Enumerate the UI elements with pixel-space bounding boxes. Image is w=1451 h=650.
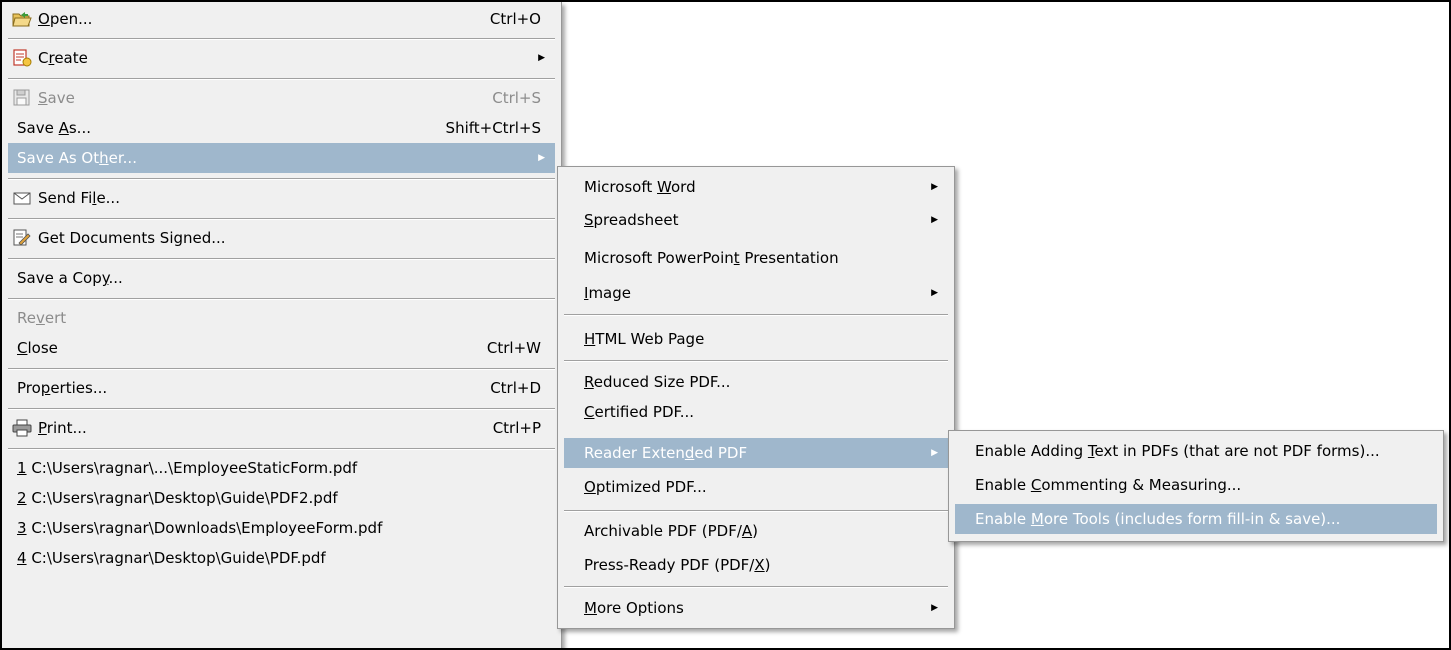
menu-item-shortcut: Ctrl+S <box>492 89 541 107</box>
save-as-other-submenu: Microsoft Word ▶ Spreadsheet ▶ Microsoft… <box>557 166 955 629</box>
menu-item-label: Press-Ready PDF (PDF/X) <box>584 556 771 574</box>
menu-item-label: 4 C:\Users\ragnar\Desktop\Guide\PDF.pdf <box>17 549 326 567</box>
menu-item-enable-adding-text[interactable]: Enable Adding Text in PDFs (that are not… <box>955 436 1437 466</box>
file-menu: Open... Ctrl+O Create ▶ Save Ctrl+S Save… <box>2 2 562 648</box>
submenu-arrow-icon: ▶ <box>931 603 938 613</box>
menu-item-label: Optimized PDF... <box>584 478 707 496</box>
recent-file-3[interactable]: 3 C:\Users\ragnar\Downloads\EmployeeForm… <box>8 513 555 543</box>
menu-item-image[interactable]: Image ▶ <box>564 278 948 308</box>
reader-extended-pdf-submenu: Enable Adding Text in PDFs (that are not… <box>948 430 1444 542</box>
save-disk-icon <box>12 89 32 107</box>
folder-open-icon <box>12 10 32 28</box>
menu-item-print[interactable]: Print... Ctrl+P <box>8 413 555 443</box>
sign-document-icon <box>12 229 32 247</box>
menu-separator <box>8 78 555 80</box>
menu-item-enable-more-tools[interactable]: Enable More Tools (includes form fill-in… <box>955 504 1437 534</box>
menu-separator <box>8 38 555 40</box>
menu-item-label: Close <box>17 339 58 357</box>
menu-separator <box>8 368 555 370</box>
submenu-arrow-icon: ▶ <box>931 182 938 192</box>
menu-separator <box>8 218 555 220</box>
menu-item-label: Get Documents Signed... <box>38 229 226 247</box>
menu-separator <box>8 448 555 450</box>
menu-item-revert[interactable]: Revert <box>8 303 555 333</box>
menu-item-label: Open... <box>38 10 93 28</box>
menu-item-microsoft-word[interactable]: Microsoft Word ▶ <box>564 172 948 202</box>
menu-separator <box>8 298 555 300</box>
menu-item-label: Print... <box>38 419 87 437</box>
envelope-icon <box>12 189 32 207</box>
menu-item-optimized-pdf[interactable]: Optimized PDF... <box>564 472 948 502</box>
menu-item-label: Reduced Size PDF... <box>584 373 731 391</box>
menu-item-open[interactable]: Open... Ctrl+O <box>8 4 555 34</box>
recent-file-2[interactable]: 2 C:\Users\ragnar\Desktop\Guide\PDF2.pdf <box>8 483 555 513</box>
menu-item-save-as-other[interactable]: Save As Other... ▶ <box>8 143 555 173</box>
menu-item-reduced-size-pdf[interactable]: Reduced Size PDF... <box>564 367 948 397</box>
menu-item-label: Save a Copy... <box>17 269 123 287</box>
submenu-arrow-icon: ▶ <box>931 215 938 225</box>
submenu-arrow-icon: ▶ <box>931 288 938 298</box>
recent-file-4[interactable]: 4 C:\Users\ragnar\Desktop\Guide\PDF.pdf <box>8 543 555 573</box>
menu-separator <box>8 258 555 260</box>
menu-item-label: Certified PDF... <box>584 403 695 421</box>
menu-item-create[interactable]: Create ▶ <box>8 43 555 73</box>
menu-separator <box>564 586 948 588</box>
menu-separator <box>564 360 948 362</box>
menu-item-properties[interactable]: Properties... Ctrl+D <box>8 373 555 403</box>
menu-item-label: Properties... <box>17 379 108 397</box>
menu-item-label: Archivable PDF (PDF/A) <box>584 522 759 540</box>
menu-item-label: Send File... <box>38 189 120 207</box>
window-frame: Open... Ctrl+O Create ▶ Save Ctrl+S Save… <box>0 0 1451 650</box>
menu-item-label: 3 C:\Users\ragnar\Downloads\EmployeeForm… <box>17 519 383 537</box>
menu-item-archivable-pdf[interactable]: Archivable PDF (PDF/A) <box>564 516 948 546</box>
menu-item-label: Enable Adding Text in PDFs (that are not… <box>975 442 1380 460</box>
menu-separator <box>8 178 555 180</box>
menu-item-certified-pdf[interactable]: Certified PDF... <box>564 397 948 427</box>
menu-item-label: Reader Extended PDF <box>584 444 748 462</box>
menu-separator <box>8 408 555 410</box>
menu-item-label: Microsoft PowerPoint Presentation <box>584 249 839 267</box>
submenu-arrow-icon: ▶ <box>538 153 545 163</box>
menu-item-send-file[interactable]: Send File... <box>8 183 555 213</box>
menu-item-more-options[interactable]: More Options ▶ <box>564 593 948 623</box>
create-pdf-icon <box>12 49 32 67</box>
menu-item-label: Enable Commenting & Measuring... <box>975 476 1242 494</box>
menu-item-html-web-page[interactable]: HTML Web Page <box>564 324 948 354</box>
menu-item-shortcut: Shift+Ctrl+S <box>445 119 541 137</box>
submenu-arrow-icon: ▶ <box>931 448 938 458</box>
menu-item-label: Save As Other... <box>17 149 137 167</box>
menu-item-save-as[interactable]: Save As... Shift+Ctrl+S <box>8 113 555 143</box>
menu-item-shortcut: Ctrl+P <box>492 419 541 437</box>
menu-separator <box>564 314 948 316</box>
submenu-arrow-icon: ▶ <box>538 53 545 63</box>
menu-item-shortcut: Ctrl+D <box>490 379 541 397</box>
menu-item-shortcut: Ctrl+O <box>489 10 541 28</box>
menu-item-label: More Options <box>584 599 684 617</box>
menu-item-label: 2 C:\Users\ragnar\Desktop\Guide\PDF2.pdf <box>17 489 338 507</box>
printer-icon <box>12 419 32 437</box>
menu-item-label: Revert <box>17 309 67 327</box>
menu-item-label: Enable More Tools (includes form fill-in… <box>975 510 1341 528</box>
menu-item-label: Save As... <box>17 119 91 137</box>
menu-item-label: Save <box>38 89 75 107</box>
menu-item-press-ready-pdf[interactable]: Press-Ready PDF (PDF/X) <box>564 550 948 580</box>
menu-item-shortcut: Ctrl+W <box>486 339 541 357</box>
menu-separator <box>564 510 948 512</box>
menu-item-label: Spreadsheet <box>584 211 679 229</box>
menu-item-enable-commenting-measuring[interactable]: Enable Commenting & Measuring... <box>955 470 1437 500</box>
menu-item-save[interactable]: Save Ctrl+S <box>8 83 555 113</box>
menu-item-save-a-copy[interactable]: Save a Copy... <box>8 263 555 293</box>
menu-item-powerpoint[interactable]: Microsoft PowerPoint Presentation <box>564 243 948 273</box>
menu-item-label: Image <box>584 284 631 302</box>
menu-item-label: 1 C:\Users\ragnar\...\EmployeeStaticForm… <box>17 459 358 477</box>
menu-item-label: HTML Web Page <box>584 330 705 348</box>
menu-item-label: Create <box>38 49 88 67</box>
menu-item-label: Microsoft Word <box>584 178 696 196</box>
recent-file-1[interactable]: 1 C:\Users\ragnar\...\EmployeeStaticForm… <box>8 453 555 483</box>
menu-item-spreadsheet[interactable]: Spreadsheet ▶ <box>564 205 948 235</box>
menu-item-close[interactable]: Close Ctrl+W <box>8 333 555 363</box>
menu-item-get-documents-signed[interactable]: Get Documents Signed... <box>8 223 555 253</box>
menu-item-reader-extended-pdf[interactable]: Reader Extended PDF ▶ <box>564 438 948 468</box>
